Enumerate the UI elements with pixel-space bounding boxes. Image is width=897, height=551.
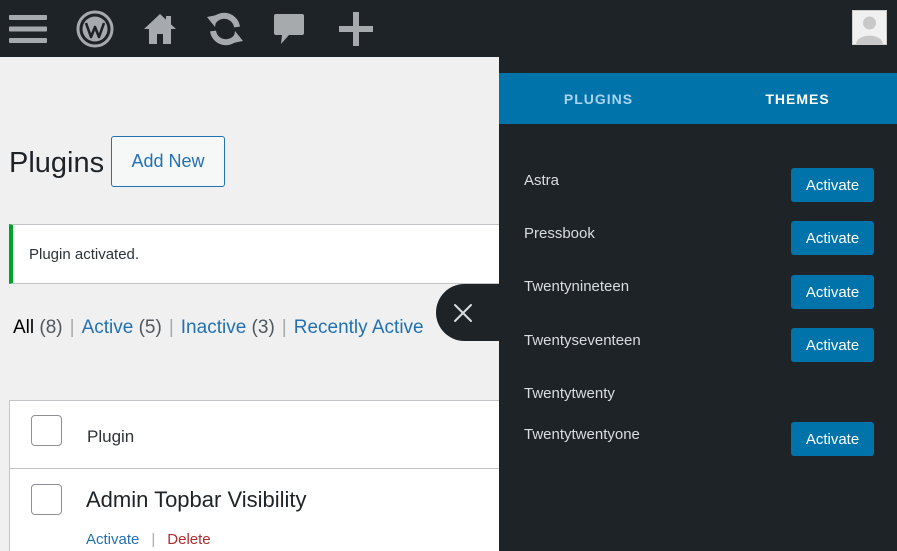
filter-separator: | bbox=[69, 317, 75, 338]
quick-switch-panel: PLUGINS THEMES Astra Activate Pressbook … bbox=[499, 57, 897, 551]
activate-pressbook-button[interactable]: Activate bbox=[791, 221, 874, 255]
home-icon[interactable] bbox=[140, 0, 180, 57]
activate-twentynineteen-button[interactable]: Activate bbox=[791, 275, 874, 309]
tab-plugins[interactable]: PLUGINS bbox=[499, 73, 698, 124]
tab-themes[interactable]: THEMES bbox=[698, 73, 897, 124]
theme-name-twentyseventeen: Twentyseventeen bbox=[524, 332, 641, 349]
plugins-table: Plugin Admin Topbar Visibility Activate |… bbox=[9, 400, 499, 551]
select-all-checkbox[interactable] bbox=[31, 415, 62, 446]
filter-recently-active[interactable]: Recently Active bbox=[294, 317, 424, 338]
theme-name-twentytwenty: Twentytwenty bbox=[524, 385, 615, 402]
success-notice: Plugin activated. bbox=[9, 224, 499, 284]
filter-inactive-count: (3) bbox=[251, 317, 275, 338]
activate-twentyseventeen-button[interactable]: Activate bbox=[791, 328, 874, 362]
add-new-button[interactable]: Add New bbox=[111, 136, 225, 187]
filter-inactive[interactable]: Inactive bbox=[181, 317, 246, 338]
comments-icon[interactable] bbox=[270, 0, 308, 57]
theme-name-twentynineteen: Twentynineteen bbox=[524, 278, 630, 295]
avatar-icon[interactable] bbox=[852, 10, 887, 45]
plugin-name: Admin Topbar Visibility bbox=[86, 487, 307, 512]
row-actions-separator: | bbox=[151, 531, 156, 548]
filter-separator: | bbox=[168, 317, 174, 338]
filter-active[interactable]: Active bbox=[82, 317, 134, 338]
delete-plugin-link[interactable]: Delete bbox=[167, 531, 210, 548]
theme-name-twentytwentyone: Twentytwentyone bbox=[524, 426, 640, 443]
table-header: Plugin bbox=[10, 401, 499, 469]
plus-icon[interactable] bbox=[336, 0, 376, 57]
filter-all-count: (8) bbox=[39, 317, 63, 338]
row-actions: Activate | Delete bbox=[86, 531, 211, 548]
updates-icon[interactable] bbox=[200, 0, 250, 57]
column-header-plugin: Plugin bbox=[87, 427, 135, 446]
filter-active-count: (5) bbox=[138, 317, 162, 338]
admin-bar bbox=[0, 0, 897, 57]
activate-plugin-link[interactable]: Activate bbox=[86, 531, 139, 548]
page-title: Plugins bbox=[9, 147, 105, 179]
close-icon bbox=[454, 303, 472, 322]
menu-icon[interactable] bbox=[6, 0, 50, 57]
notice-text: Plugin activated. bbox=[29, 245, 140, 263]
close-panel-button[interactable] bbox=[436, 284, 516, 341]
panel-tabs: PLUGINS THEMES bbox=[499, 73, 897, 124]
activate-twentytwentyone-button[interactable]: Activate bbox=[791, 422, 874, 456]
theme-name-pressbook: Pressbook bbox=[524, 225, 595, 242]
theme-name-astra: Astra bbox=[524, 172, 560, 189]
filter-separator: | bbox=[281, 317, 287, 338]
activate-astra-button[interactable]: Activate bbox=[791, 168, 874, 202]
table-row: Admin Topbar Visibility Activate | Delete bbox=[10, 469, 499, 551]
filter-all[interactable]: All bbox=[13, 317, 34, 338]
plugin-status-filters: All (8) | Active (5) | Inactive (3) | Recently… bbox=[13, 317, 424, 339]
plugins-page: Plugins Add New Plugin activated. All (8… bbox=[0, 57, 499, 551]
row-checkbox[interactable] bbox=[31, 484, 62, 515]
wordpress-logo-icon[interactable] bbox=[74, 0, 116, 57]
